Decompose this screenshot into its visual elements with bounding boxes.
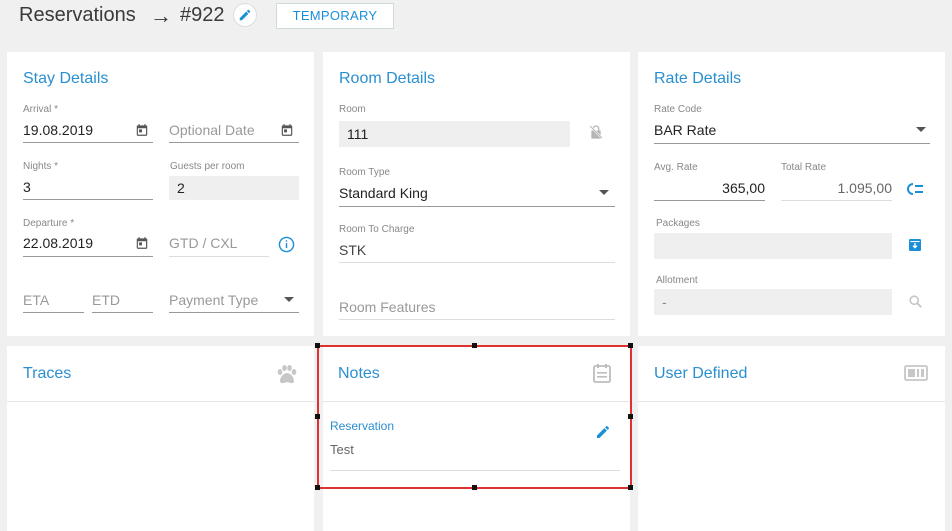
room-details-card: Room Details Room 111 Room Type Standard… [323, 52, 630, 336]
nights-input[interactable]: 3 [23, 179, 31, 195]
selection-handle[interactable] [472, 485, 477, 490]
optional-date-underline [169, 142, 299, 143]
room-type-select[interactable]: Standard King [339, 185, 428, 201]
room-type-label: Room Type [339, 167, 390, 178]
archive-download-icon[interactable] [906, 236, 924, 254]
selection-handle[interactable] [315, 343, 320, 348]
room-to-charge-underline [339, 262, 615, 263]
arrival-label: Arrival * [23, 104, 59, 115]
total-rate-value: 1.095,00 [837, 180, 893, 196]
pencil-icon [239, 9, 251, 21]
user-defined-card: User Defined [638, 346, 945, 531]
payment-type-select[interactable]: Payment Type [169, 292, 258, 308]
selection-handle[interactable] [315, 485, 320, 490]
total-rate-label: Total Rate [781, 162, 827, 173]
rate-details-title: Rate Details [654, 70, 742, 87]
dropdown-arrow-icon[interactable] [598, 187, 610, 199]
lock-off-icon[interactable] [587, 123, 605, 141]
rate-code-underline [654, 143, 930, 144]
calendar-icon[interactable] [279, 122, 295, 138]
arrow-right-icon: → [150, 3, 172, 28]
departure-label: Departure * [23, 218, 75, 229]
selection-handle[interactable] [628, 485, 633, 490]
rate-code-label: Rate Code [654, 104, 702, 115]
stay-details-card: Stay Details Arrival * 19.08.2019 Option… [7, 52, 314, 336]
selection-handle[interactable] [472, 343, 477, 348]
info-icon[interactable] [277, 235, 295, 253]
dropdown-arrow-icon[interactable] [915, 124, 927, 136]
allotment-field [654, 289, 892, 315]
allotment-label: Allotment [656, 275, 698, 286]
rate-details-card: Rate Details Rate Code BAR Rate Avg. Rat… [638, 52, 945, 336]
search-icon[interactable] [906, 292, 924, 310]
selection-handle[interactable] [315, 414, 320, 419]
room-type-underline [339, 206, 615, 207]
departure-input[interactable]: 22.08.2019 [23, 235, 93, 251]
packages-label: Packages [656, 218, 700, 229]
avg-rate-input[interactable]: 365,00 [654, 180, 765, 196]
guests-value: 2 [177, 180, 185, 196]
traces-divider [7, 401, 314, 402]
selection-handle[interactable] [628, 414, 633, 419]
room-field[interactable] [339, 121, 570, 147]
calendar-icon[interactable] [134, 235, 150, 251]
eta-underline [23, 312, 84, 313]
optional-date-input[interactable]: Optional Date [169, 122, 255, 138]
etd-input[interactable]: ETD [92, 292, 120, 308]
etd-underline [92, 312, 153, 313]
room-details-title: Room Details [339, 70, 436, 87]
id-card-icon[interactable] [903, 364, 929, 382]
stay-details-title: Stay Details [23, 70, 109, 87]
nights-underline [23, 199, 153, 200]
rate-breakdown-icon[interactable] [905, 181, 925, 197]
temporary-status-button[interactable]: TEMPORARY [276, 3, 394, 29]
page-title: Reservations [19, 4, 136, 26]
room-features-input[interactable]: Room Features [339, 299, 435, 315]
traces-card: Traces [7, 346, 314, 531]
total-rate-underline [781, 200, 892, 201]
room-value: 111 [347, 126, 369, 142]
reservation-number: #922 [180, 4, 225, 26]
arrival-input[interactable]: 19.08.2019 [23, 122, 93, 138]
traces-title: Traces [23, 365, 72, 382]
avg-rate-label: Avg. Rate [654, 162, 698, 173]
selection-handle[interactable] [628, 343, 633, 348]
notes-selection-highlight [317, 345, 632, 489]
arrival-underline [23, 142, 153, 143]
gtd-underline [169, 256, 269, 257]
eta-input[interactable]: ETA [23, 292, 49, 308]
rate-code-select[interactable]: BAR Rate [654, 122, 716, 138]
guests-label: Guests per room [170, 161, 245, 172]
allotment-value: - [662, 294, 667, 310]
paw-icon[interactable] [275, 363, 299, 385]
room-to-charge-value: STK [339, 242, 367, 258]
dropdown-arrow-icon[interactable] [283, 294, 295, 306]
avg-rate-underline [654, 200, 765, 201]
nights-label: Nights * [23, 161, 59, 172]
room-features-underline [339, 319, 615, 320]
calendar-icon[interactable] [134, 122, 150, 138]
gtd-cxl-input[interactable]: GTD / CXL [169, 235, 237, 251]
room-to-charge-label: Room To Charge [339, 224, 415, 235]
departure-underline [23, 256, 153, 257]
user-defined-title: User Defined [654, 365, 748, 382]
payment-underline [169, 312, 299, 313]
edit-reservation-button[interactable] [233, 3, 257, 27]
packages-field [654, 233, 892, 259]
user-defined-divider [638, 401, 945, 402]
room-label: Room [339, 104, 366, 115]
guests-field[interactable] [169, 176, 299, 200]
